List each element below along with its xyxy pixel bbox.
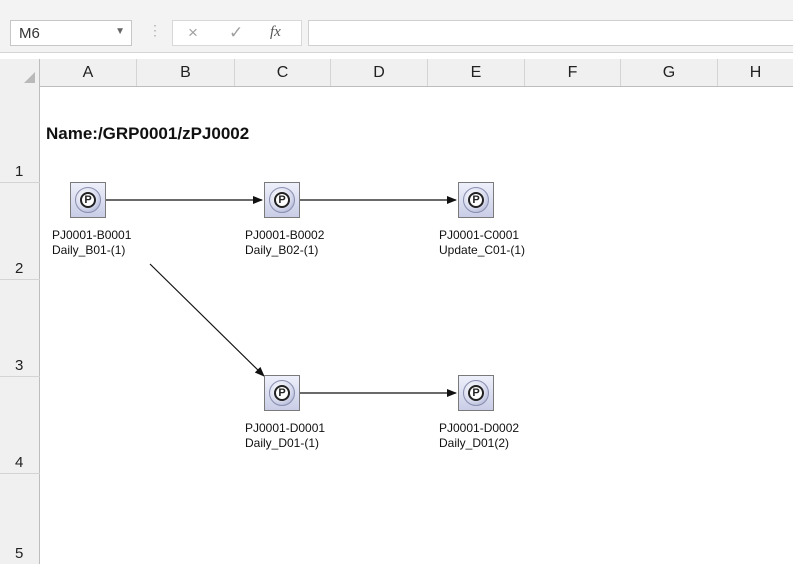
job-id: PJ0001-B0001 [52,228,132,242]
job-node-b0002[interactable]: P [264,182,300,218]
job-name: Daily_B02-(1) [245,243,319,257]
job-node-b0001[interactable]: P [70,182,106,218]
diagram-arrows [106,196,457,397]
program-icon: P [75,187,101,213]
job-id: PJ0001-D0001 [245,421,326,435]
job-node-c0001[interactable]: P [458,182,494,218]
program-icon: P [463,380,489,406]
job-label-b0001: PJ0001-B0001 Daily_B01-(1) [52,228,131,258]
job-id: PJ0001-C0001 [439,228,520,242]
arrow-b0001-to-d0001 [149,263,265,377]
job-label-d0002: PJ0001-D0002 Daily_D01(2) [439,421,519,451]
job-label-d0001: PJ0001-D0001 Daily_D01-(1) [245,421,325,451]
job-name: Update_C01-(1) [439,243,526,257]
program-icon: P [463,187,489,213]
job-id: PJ0001-D0002 [439,421,520,435]
job-label-c0001: PJ0001-C0001 Update_C01-(1) [439,228,525,258]
job-id: PJ0001-B0002 [245,228,325,242]
job-label-b0002: PJ0001-B0002 Daily_B02-(1) [245,228,324,258]
job-node-d0002[interactable]: P [458,375,494,411]
program-icon: P [269,187,295,213]
job-name: Daily_D01-(1) [245,436,320,450]
job-name: Daily_D01(2) [439,436,510,450]
job-node-d0001[interactable]: P [264,375,300,411]
job-name: Daily_B01-(1) [52,243,126,257]
program-icon: P [269,380,295,406]
